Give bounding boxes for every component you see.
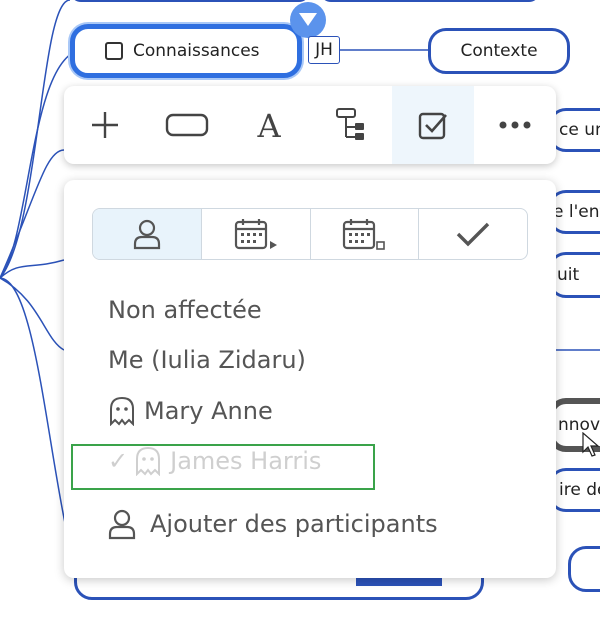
option-label: Non affectée xyxy=(108,296,262,324)
ghost-avatar-icon xyxy=(108,396,136,426)
assignee-badge[interactable]: JH xyxy=(308,36,340,64)
triangle-down-icon xyxy=(299,13,317,26)
add-node-button[interactable] xyxy=(64,86,146,164)
person-icon xyxy=(108,508,136,540)
task-checkbox-icon xyxy=(418,112,447,140)
option-unassigned[interactable]: Non affectée xyxy=(108,296,262,324)
calendar-end-icon xyxy=(343,219,386,250)
tab-complete[interactable] xyxy=(419,209,527,259)
node-fragment: e l'ent xyxy=(553,202,600,222)
partial-node-top-right[interactable] xyxy=(320,0,540,2)
more-dots-icon xyxy=(499,121,531,129)
tab-assignee[interactable] xyxy=(93,209,202,259)
shape-button[interactable] xyxy=(146,86,228,164)
option-label: Me (Iulia Zidaru) xyxy=(108,346,306,374)
node-fragment: uit xyxy=(557,265,580,285)
partial-node-right-6[interactable] xyxy=(568,546,600,592)
tab-start-date[interactable] xyxy=(202,209,311,259)
topic-label: Connaissances xyxy=(133,41,260,61)
task-assignment-panel: Non affectée Me (Iulia Zidaru) Mary Anne… xyxy=(64,180,556,578)
tab-due-date[interactable] xyxy=(311,209,420,259)
task-tabs xyxy=(92,208,528,260)
option-label: Mary Anne xyxy=(144,397,273,425)
option-me[interactable]: Me (Iulia Zidaru) xyxy=(108,346,306,374)
topic-node-connaissances[interactable]: Connaissances xyxy=(70,24,302,78)
partial-node-top-left[interactable] xyxy=(70,0,310,2)
rectangle-shape-icon xyxy=(165,113,209,137)
more-options-button[interactable] xyxy=(474,86,556,164)
selection-focus-outline xyxy=(71,444,375,490)
node-fragment: ire de xyxy=(559,480,600,500)
mouse-cursor-icon xyxy=(582,432,600,457)
task-checkbox[interactable] xyxy=(105,42,123,60)
node-fragment: ce un xyxy=(559,120,600,140)
svg-text:A: A xyxy=(256,108,281,142)
person-icon xyxy=(133,219,160,250)
checkmark-icon xyxy=(456,222,490,247)
task-button[interactable] xyxy=(392,86,474,164)
calendar-start-icon xyxy=(234,219,277,250)
tree-layout-icon xyxy=(336,108,364,140)
topic-node-contexte[interactable]: Contexte xyxy=(428,28,570,74)
option-mary-anne[interactable]: Mary Anne xyxy=(108,396,273,426)
text-format-icon: A xyxy=(256,108,281,142)
add-participants-button[interactable]: Ajouter des participants xyxy=(108,508,438,540)
topic-drag-handle[interactable] xyxy=(290,2,326,38)
text-style-button[interactable]: A xyxy=(228,86,310,164)
layout-button[interactable] xyxy=(310,86,392,164)
option-label: Ajouter des participants xyxy=(150,510,438,538)
node-toolbar: A xyxy=(64,86,556,164)
plus-icon xyxy=(92,112,118,138)
topic-label: Contexte xyxy=(460,41,538,61)
